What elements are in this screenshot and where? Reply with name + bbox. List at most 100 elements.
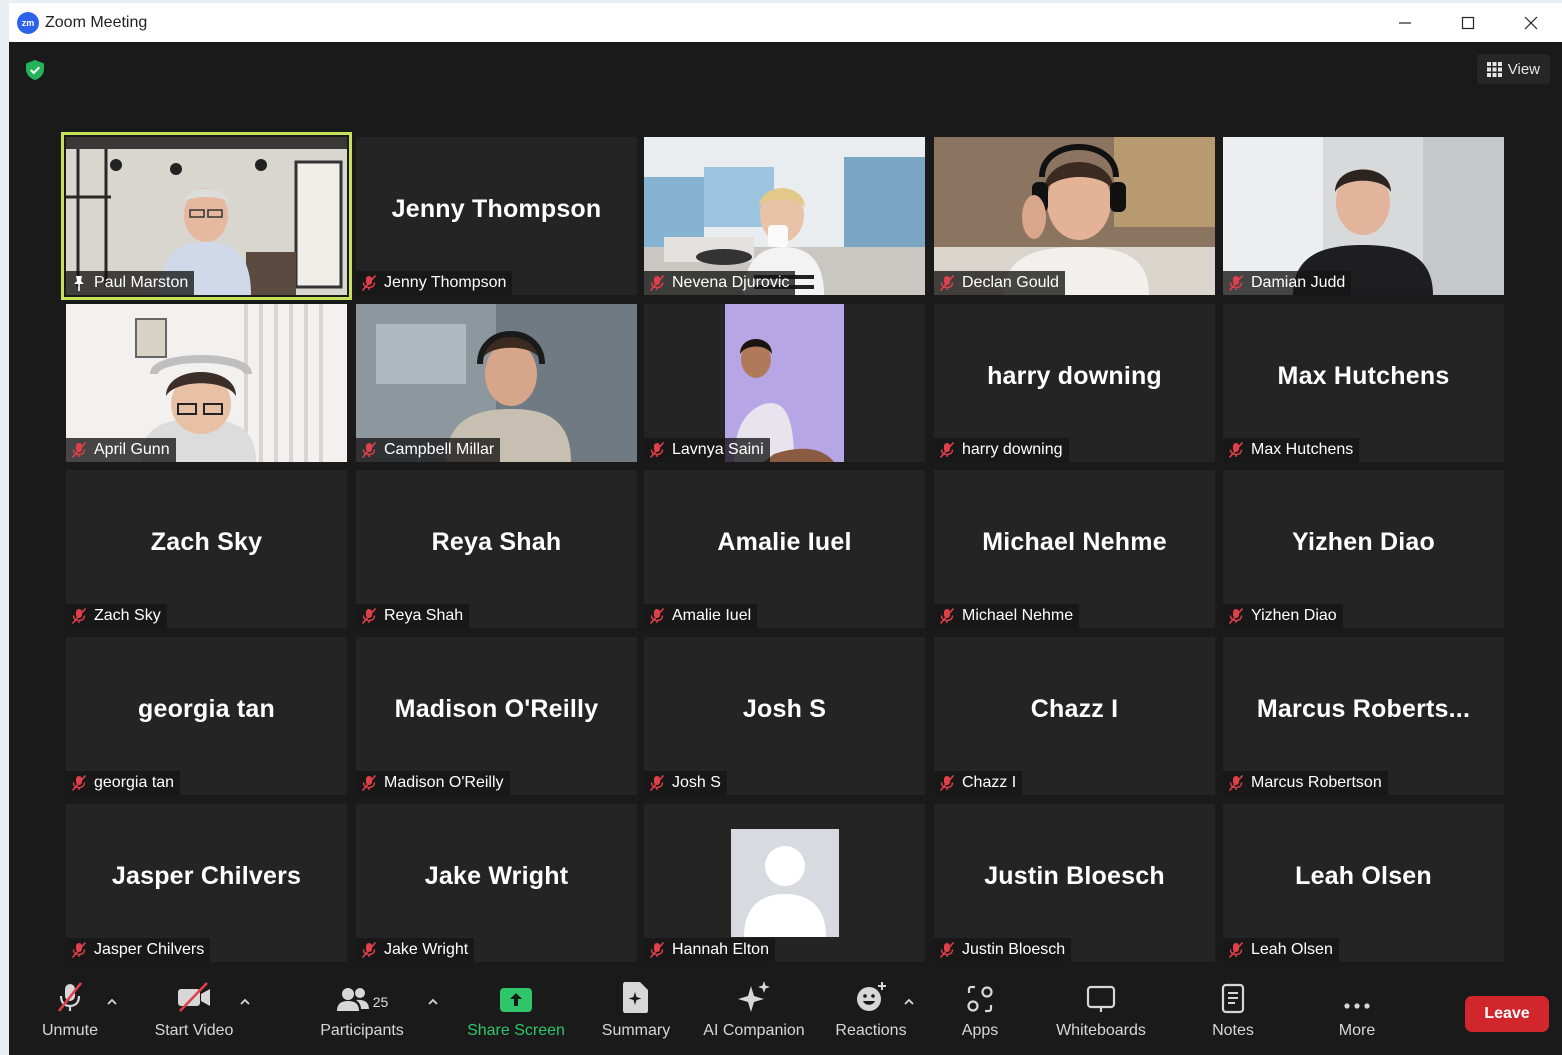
leave-button[interactable]: Leave: [1465, 996, 1549, 1032]
ai-companion-button[interactable]: AI Companion: [697, 970, 811, 1055]
microphone-muted-icon: [361, 774, 377, 792]
participant-name-label: Zach Sky: [94, 607, 161, 624]
participant-tile[interactable]: Josh S Josh S: [644, 637, 925, 795]
title-bar: zm Zoom Meeting: [9, 3, 1562, 42]
participant-display-name: Marcus Roberts...: [1256, 695, 1471, 723]
participant-name-label: Yizhen Diao: [1251, 607, 1337, 624]
reactions-button[interactable]: Reactions: [831, 970, 911, 1055]
participant-display-name: Max Hutchens: [1277, 362, 1450, 390]
participant-name-label: Lavnya Saini: [672, 441, 764, 458]
participant-name-label: Justin Bloesch: [962, 941, 1066, 958]
view-button[interactable]: View: [1476, 54, 1550, 84]
microphone-muted-icon: [939, 274, 955, 292]
participant-tile[interactable]: harry downing harry downing: [934, 304, 1215, 462]
whiteboard-icon: [1086, 985, 1116, 1012]
participant-tile[interactable]: georgia tan georgia tan: [66, 637, 347, 795]
participant-tile[interactable]: Zach Sky Zach Sky: [66, 470, 347, 628]
microphone-muted-icon: [361, 941, 377, 959]
start-video-button[interactable]: Start Video: [147, 970, 241, 1055]
encryption-shield-icon[interactable]: [24, 59, 46, 81]
reactions-emoji-icon: [857, 982, 886, 1011]
participant-display-name: georgia tan: [138, 695, 275, 723]
microphone-muted-icon: [1228, 607, 1244, 625]
meeting-toolbar: Unmute Start Video 25 Participants Share…: [9, 970, 1562, 1055]
participant-display-name: Justin Bloesch: [984, 862, 1165, 890]
more-ellipsis-icon: [1344, 1003, 1370, 1009]
participant-name-tag: Nevena Djurovic: [644, 271, 796, 295]
share-screen-icon: [500, 988, 532, 1012]
view-label: View: [1507, 60, 1540, 78]
participants-options-chevron-icon[interactable]: [427, 998, 439, 1006]
participant-tile[interactable]: Declan Gould: [934, 137, 1215, 295]
participants-button[interactable]: 25 Participants: [314, 970, 410, 1055]
whiteboards-button[interactable]: Whiteboards: [1046, 970, 1156, 1055]
participant-name-tag: harry downing: [934, 438, 1069, 462]
participant-name-tag: Paul Marston: [66, 271, 195, 295]
participant-name-tag: Marcus Robertson: [1223, 771, 1388, 795]
participant-name-label: Jenny Thompson: [384, 274, 507, 291]
more-label: More: [1338, 1022, 1376, 1039]
participant-display-name: Leah Olsen: [1295, 862, 1432, 890]
participant-name-label: Hannah Elton: [672, 941, 769, 958]
microphone-muted-icon: [649, 941, 665, 959]
participant-tile[interactable]: April Gunn: [66, 304, 347, 462]
participant-tile[interactable]: Marcus Roberts... Marcus Robertson: [1223, 637, 1504, 795]
whiteboards-label: Whiteboards: [1056, 1022, 1146, 1039]
participant-tile[interactable]: Lavnya Saini: [644, 304, 925, 462]
participant-tile[interactable]: Amalie Iuel Amalie Iuel: [644, 470, 925, 628]
participant-name-label: Marcus Robertson: [1251, 774, 1382, 791]
microphone-muted-icon: [361, 441, 377, 459]
video-off-icon: [178, 982, 210, 1012]
participant-tile[interactable]: Hannah Elton: [644, 804, 925, 962]
participant-tile[interactable]: Chazz I Chazz I: [934, 637, 1215, 795]
microphone-muted-icon: [649, 274, 665, 292]
summary-label: Summary: [601, 1022, 671, 1039]
participant-tile[interactable]: Campbell Millar: [356, 304, 637, 462]
participant-name-tag: Max Hutchens: [1223, 438, 1360, 462]
apps-icon: [967, 985, 993, 1013]
participant-name-label: Madison O'Reilly: [384, 774, 504, 791]
summary-icon: [623, 982, 648, 1013]
microphone-muted-icon: [1228, 941, 1244, 959]
participant-tile[interactable]: Jake Wright Jake Wright: [356, 804, 637, 962]
participant-tile[interactable]: Damian Judd: [1223, 137, 1504, 295]
close-button[interactable]: [1499, 3, 1562, 42]
unmute-button[interactable]: Unmute: [37, 970, 103, 1055]
microphone-muted-icon: [1228, 774, 1244, 792]
maximize-button[interactable]: [1436, 3, 1499, 42]
participant-tile[interactable]: Reya Shah Reya Shah: [356, 470, 637, 628]
audio-options-chevron-icon[interactable]: [106, 998, 118, 1006]
summary-button[interactable]: Summary: [596, 970, 676, 1055]
participant-display-name: Madison O'Reilly: [394, 695, 599, 723]
participant-tile[interactable]: Michael Nehme Michael Nehme: [934, 470, 1215, 628]
participant-tile[interactable]: Max Hutchens Max Hutchens: [1223, 304, 1504, 462]
notes-label: Notes: [1212, 1022, 1254, 1039]
reactions-options-chevron-icon[interactable]: [903, 998, 915, 1006]
participant-tile[interactable]: Yizhen Diao Yizhen Diao: [1223, 470, 1504, 628]
participant-tile[interactable]: Jenny Thompson Jenny Thompson: [356, 137, 637, 295]
participant-name-tag: Chazz I: [934, 771, 1023, 795]
ai-companion-label: AI Companion: [703, 1022, 805, 1039]
start-video-label: Start Video: [154, 1022, 234, 1039]
participant-display-name: Josh S: [742, 695, 827, 723]
participant-tile[interactable]: Leah Olsen Leah Olsen: [1223, 804, 1504, 962]
participant-tile[interactable]: Jasper Chilvers Jasper Chilvers: [66, 804, 347, 962]
participant-tile[interactable]: Justin Bloesch Justin Bloesch: [934, 804, 1215, 962]
participant-count: 25: [372, 994, 389, 1010]
participant-display-name: Yizhen Diao: [1292, 528, 1435, 556]
participant-tile[interactable]: Madison O'Reilly Madison O'Reilly: [356, 637, 637, 795]
microphone-muted-icon: [649, 774, 665, 792]
more-button[interactable]: More: [1331, 970, 1383, 1055]
participant-tile[interactable]: Nevena Djurovic: [644, 137, 925, 295]
apps-button[interactable]: Apps: [955, 970, 1005, 1055]
participants-label: Participants: [320, 1022, 404, 1039]
participant-tile[interactable]: Paul Marston: [61, 132, 352, 300]
video-options-chevron-icon[interactable]: [239, 998, 251, 1006]
apps-label: Apps: [961, 1022, 999, 1039]
microphone-muted-icon: [939, 774, 955, 792]
minimize-button[interactable]: [1373, 3, 1436, 42]
share-screen-button[interactable]: Share Screen: [465, 970, 567, 1055]
notes-button[interactable]: Notes: [1205, 970, 1261, 1055]
zoom-window: zm Zoom Meeting View Paul Marston Jenny T…: [9, 3, 1562, 1055]
microphone-muted-icon: [71, 774, 87, 792]
